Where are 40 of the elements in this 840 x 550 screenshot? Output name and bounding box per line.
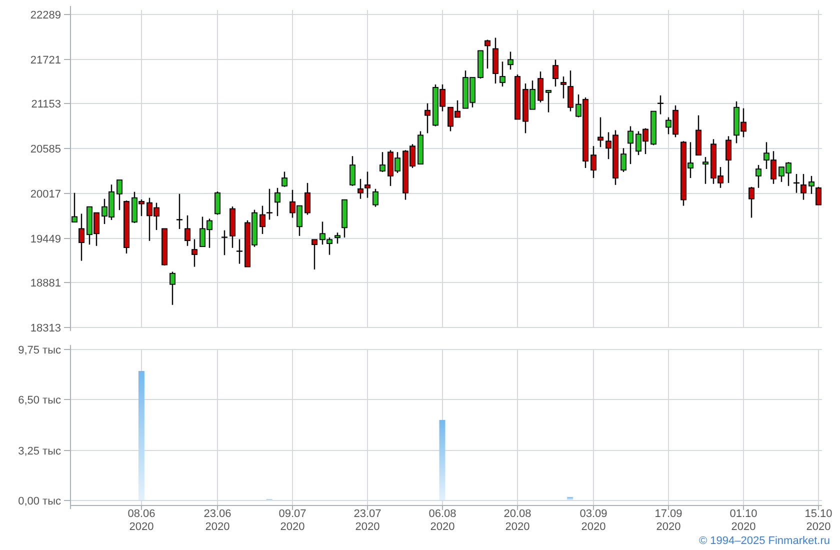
axis-label: 06.08 2020 [428,508,456,533]
copyright-link[interactable]: © 1994–2025 Finmarket.ru [698,535,830,550]
axis-label: 23.06 2020 [204,508,232,533]
axis-label: 21721 [30,54,61,66]
axis-label: 3,25 тыс [18,446,61,458]
candlestick [304,182,310,215]
axis-label: 17.09 2020 [654,508,682,533]
candlestick [214,192,220,215]
axis-label: 09.07 2020 [278,508,306,533]
axis-label: 18313 [30,322,61,334]
candlestick [312,239,318,270]
candlestick [514,74,520,120]
axis-label: 0,00 тыс [18,496,61,508]
candlestick [176,194,182,229]
candlestick [726,136,732,183]
candlestick [508,52,514,70]
axis-label: 20585 [30,144,61,156]
axis-label: 23.07 2020 [354,508,382,533]
axis-label: 15.10 2020 [804,508,832,533]
candlestick [552,60,558,86]
axis-label: 03.09 2020 [580,508,608,533]
volume-bar [567,497,574,500]
axis-label: 9,75 тыс [18,344,61,356]
axis-label: 22289 [30,10,61,22]
candlestick [222,230,228,256]
candlestick [538,72,544,102]
axis-label: 01.10 2020 [730,508,758,533]
candlestick [350,156,356,186]
axis-label: 20017 [30,188,61,200]
candlestick [546,90,552,112]
axis-label: 21153 [31,98,61,110]
candlestick [170,272,176,305]
axis-label: 20.08 2020 [504,508,532,533]
candlestick [380,152,386,172]
candlestick [162,228,168,266]
candlestick [372,188,378,207]
axis-label: 6,50 тыс [18,394,61,406]
axis-label: 18881 [30,278,61,290]
axis-label: 08.06 2020 [128,508,156,533]
axis-label: 19449 [30,234,61,246]
